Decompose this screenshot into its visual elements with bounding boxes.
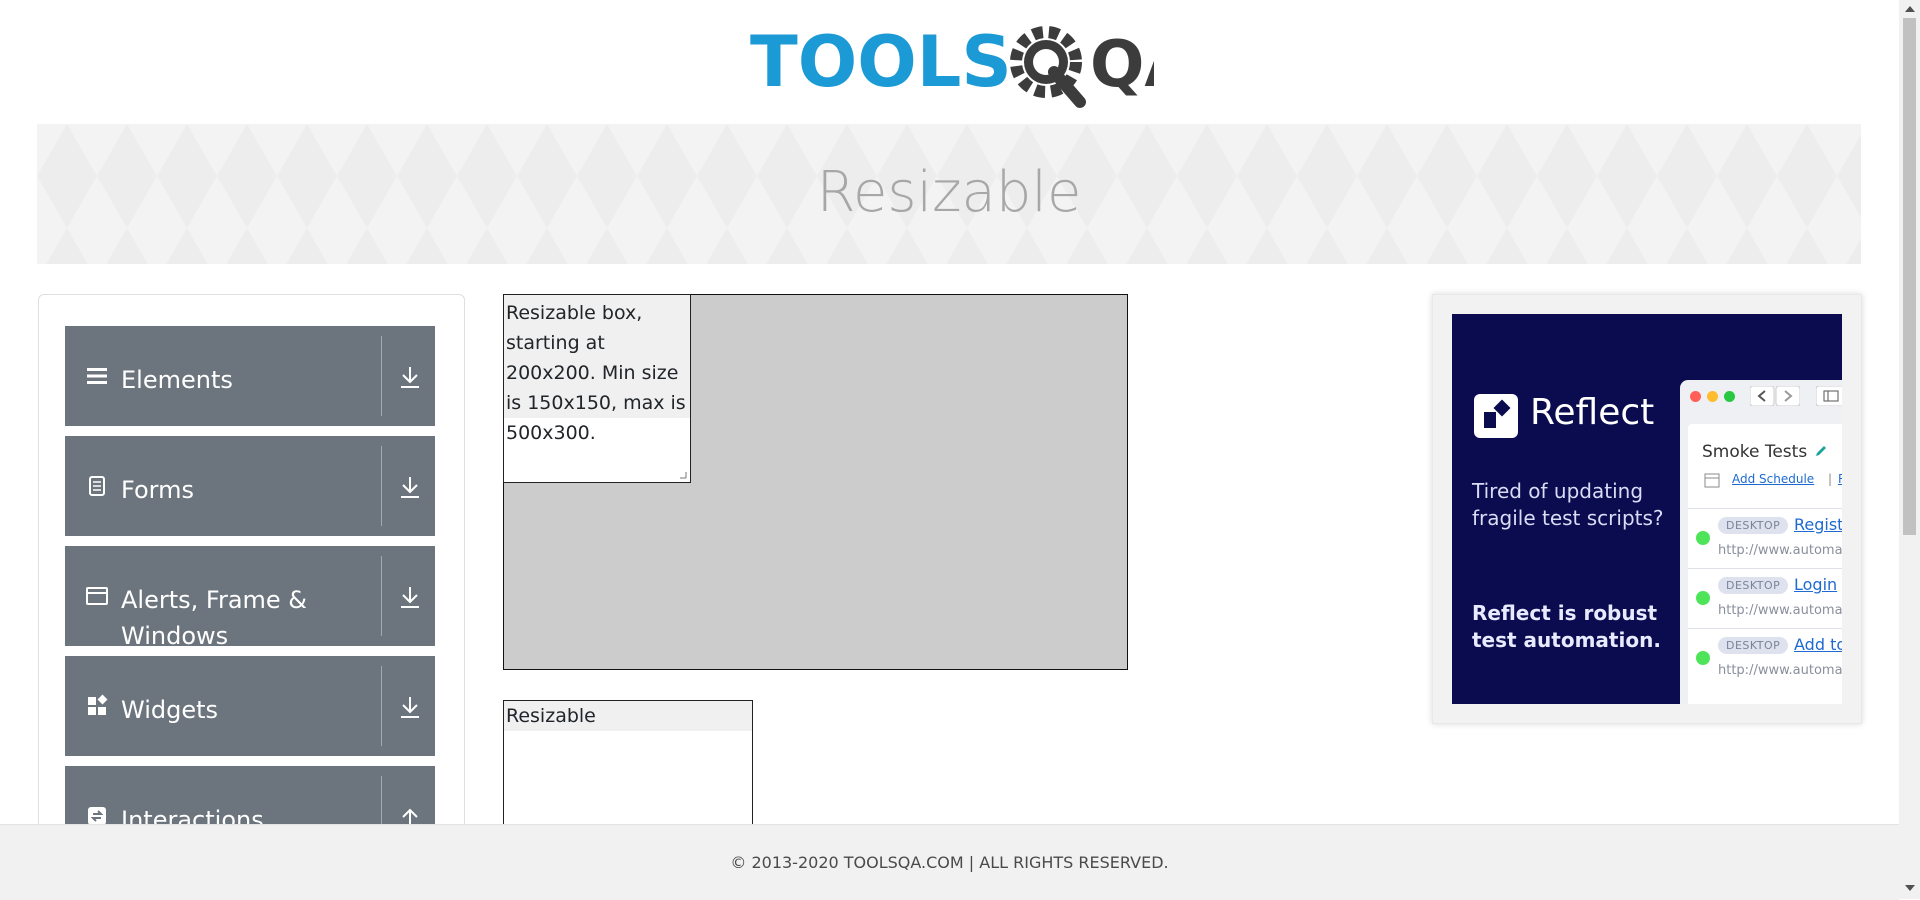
test-name: Login [1794,575,1838,594]
add-schedule-link: Add Schedule [1732,472,1815,486]
download-arrow-icon[interactable] [395,692,425,722]
sidebar-group-label: Alerts, Frame & Windows [121,586,308,650]
sidebar-group-forms[interactable]: Forms [65,436,435,536]
pencil-icon [1816,446,1826,456]
page-footer: © 2013-2020 TOOLSQA.COM | ALL RIGHTS RES… [0,824,1899,900]
divider [381,336,382,416]
ad-app-window: Smoke Tests Add Schedule | Ru DESKTOP Re… [1680,380,1842,704]
schedule-separator: | [1828,472,1833,486]
ad-test-row: DESKTOP Registr http://www.automat [1688,508,1842,569]
minimize-dot-icon [1707,391,1718,402]
divider [381,666,382,746]
sidebar-group-label: Forms [121,476,194,504]
ad-pitch-bold: Reflect is robust test automation. [1472,601,1661,652]
page-banner: Resizable [37,124,1861,264]
ad-brand-name: Reflect [1530,392,1655,433]
gear-magnifier-icon [1010,26,1086,108]
platform-badge: DESKTOP [1718,577,1789,594]
scrollbar-thumb[interactable] [1903,18,1916,535]
sidebar-group-label: Widgets [121,696,219,724]
platform-badge: DESKTOP [1718,637,1789,654]
divider [381,446,382,526]
download-arrow-icon[interactable] [395,582,425,612]
test-url: http://www.automat [1718,603,1842,618]
page-title: Resizable [816,160,1082,225]
download-arrow-icon[interactable] [395,472,425,502]
resize-handle-icon[interactable] [679,471,687,479]
widgets-icon [88,694,108,715]
toolsqa-logo[interactable]: TOOLS QA [750,18,1154,114]
scroll-down-arrow-icon[interactable] [1905,885,1915,891]
test-name: Registr [1794,515,1842,534]
sidebar-group-alerts-frame-windows[interactable]: Alerts, Frame & Windows [65,546,435,650]
ad-test-row: DESKTOP Add to http://www.automat [1688,628,1842,689]
status-pass-icon [1696,531,1710,545]
copyright-text: © 2013-2020 TOOLSQA.COM | ALL RIGHTS RES… [730,853,1169,872]
hamburger-icon [87,368,107,384]
resizable-box-text: Resizable [504,701,752,731]
vertical-scrollbar[interactable] [1899,0,1920,899]
status-pass-icon [1696,591,1710,605]
sidebar-group-widgets[interactable]: Widgets [65,656,435,756]
resizable-box-restricted[interactable]: Resizable box, starting at 200x200. Min … [503,294,691,483]
ad-test-row: DESKTOP Login http://www.automat [1688,568,1842,629]
window-icon [86,587,108,605]
resizable-box-text: Resizable box, starting at 200x200. Min … [504,295,690,444]
reflect-ad[interactable]: Reflect Tired of updating fragile test s… [1452,314,1842,704]
window-titlebar [1680,380,1842,410]
sidebar-toggle-icon [1816,386,1842,406]
test-url: http://www.automat [1718,663,1842,678]
nav-arrows-icon [1750,386,1800,406]
test-name: Add to [1794,635,1842,654]
scroll-up-arrow-icon[interactable] [1905,6,1915,12]
status-pass-icon [1696,651,1710,665]
run-link: Ru [1838,472,1842,486]
platform-badge: DESKTOP [1718,517,1789,534]
ad-suite-panel: Smoke Tests Add Schedule | Ru DESKTOP Re… [1688,424,1842,704]
close-dot-icon [1690,391,1701,402]
logo-text-tools: TOOLS [750,21,1012,103]
document-icon [89,476,105,496]
maximize-dot-icon [1724,391,1735,402]
sidebar-group-label: Elements [121,366,233,394]
ad-pitch: Tired of updating fragile test scripts? [1472,479,1664,530]
download-arrow-icon[interactable] [395,362,425,392]
suite-title: Smoke Tests [1702,442,1808,462]
sidebar-group-elements[interactable]: Elements [65,326,435,426]
calendar-icon [1704,473,1720,488]
left-sidebar: Elements Forms Alerts, Frame & Windows W… [38,294,465,856]
divider [381,556,382,636]
logo-text-qa: QA [1090,28,1154,102]
test-url: http://www.automat [1718,543,1842,558]
reflect-logo-icon [1474,394,1518,438]
